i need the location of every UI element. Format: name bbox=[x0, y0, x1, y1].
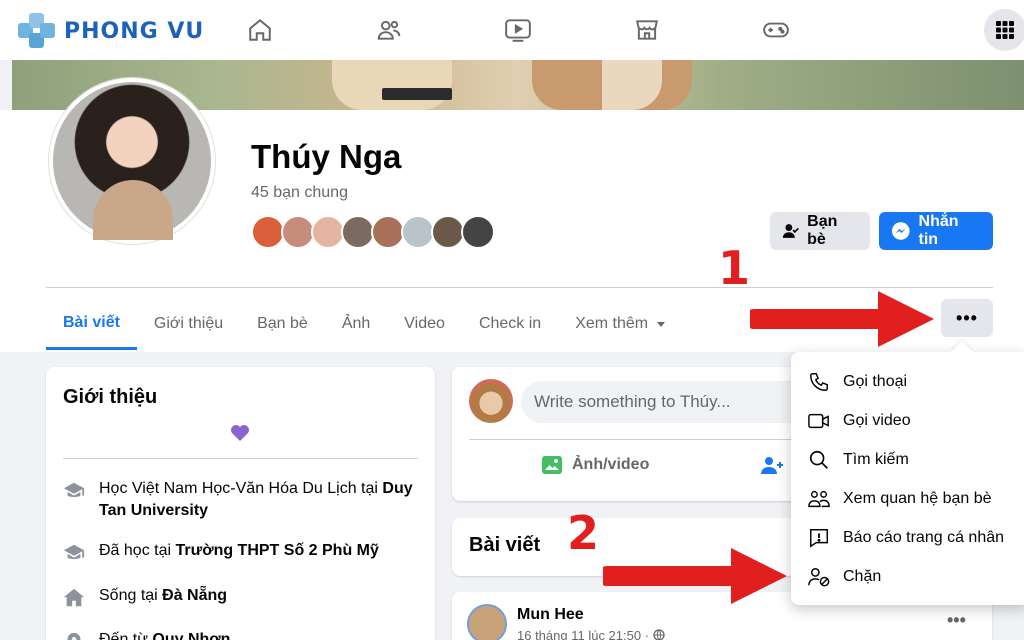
menu-item-report-profile[interactable]: Báo cáo trang cá nhân bbox=[807, 522, 1004, 554]
marketplace-icon[interactable] bbox=[629, 12, 665, 48]
mutual-friend-avatar[interactable] bbox=[341, 215, 375, 249]
home-icon[interactable] bbox=[242, 12, 278, 48]
tab-more[interactable]: Xem thêm bbox=[558, 298, 685, 350]
step-1-arrow-icon bbox=[750, 291, 934, 347]
intro-title: Giới thiệu bbox=[63, 386, 158, 408]
caret-down-icon bbox=[657, 322, 666, 327]
school-icon bbox=[63, 544, 85, 559]
tab-photos[interactable]: Ảnh bbox=[325, 298, 387, 350]
messenger-icon bbox=[891, 222, 910, 240]
profile-name: Thúy Nga bbox=[251, 138, 402, 175]
menu-item-block[interactable]: Chặn bbox=[807, 561, 881, 593]
tab-checkins[interactable]: Check in bbox=[462, 298, 558, 350]
menu-item-search[interactable]: Tìm kiếm bbox=[807, 444, 909, 476]
logo-text: PHONG VU bbox=[64, 18, 205, 44]
mutual-friend-avatar[interactable] bbox=[431, 215, 465, 249]
intro-item-text: Đã học tại Trường THPT Số 2 Phù Mỹ bbox=[99, 542, 379, 559]
photo-icon bbox=[542, 456, 562, 474]
report-icon bbox=[807, 526, 831, 550]
brand-logo[interactable]: PHONG VU bbox=[18, 13, 204, 49]
home-icon bbox=[63, 588, 85, 607]
tab-more-label: Xem thêm bbox=[575, 315, 649, 332]
menu-item-label: Gọi video bbox=[843, 412, 911, 429]
profile-tabs: Bài viết Giới thiệu Bạn bè Ảnh Video Che… bbox=[46, 298, 685, 352]
menu-item-label: Báo cáo trang cá nhân bbox=[843, 529, 1005, 546]
tab-friends[interactable]: Bạn bè bbox=[240, 298, 325, 350]
friends-button-label: Bạn bè bbox=[807, 213, 838, 248]
search-icon bbox=[807, 448, 831, 472]
intro-card: Giới thiệu Học Việt Nam Học-Văn Hóa Du L… bbox=[46, 367, 435, 640]
menu-item-label: Chặn bbox=[843, 568, 882, 585]
message-button[interactable]: Nhắn tin bbox=[879, 212, 993, 250]
post-author-name[interactable]: Mun Hee bbox=[517, 606, 584, 624]
tag-people-button[interactable] bbox=[760, 453, 786, 477]
post-composer: Write something to Thúy... Ảnh/video bbox=[452, 367, 821, 501]
friend-check-icon bbox=[782, 224, 799, 238]
intro-item-lives-in: Sống tại Đà Nẵng bbox=[63, 585, 418, 609]
composer-divider bbox=[469, 439, 799, 440]
menu-item-see-friendship[interactable]: Xem quan hệ bạn bè bbox=[807, 483, 992, 515]
location-icon bbox=[67, 632, 81, 640]
step-2-arrow-icon bbox=[603, 548, 787, 604]
intro-item-highschool: Đã học tại Trường THPT Số 2 Phù Mỹ bbox=[63, 540, 418, 564]
step-1-number: 1 bbox=[718, 241, 751, 295]
composer-input[interactable]: Write something to Thúy... bbox=[521, 381, 821, 423]
menu-item-label: Gọi thoại bbox=[843, 373, 908, 390]
intro-divider bbox=[63, 458, 418, 459]
mutual-friend-avatar[interactable] bbox=[311, 215, 345, 249]
video-camera-icon bbox=[807, 409, 831, 433]
intro-item-text: Sống tại Đà Nẵng bbox=[99, 587, 228, 604]
more-options-button[interactable]: ••• bbox=[941, 299, 993, 337]
menu-item-label: Xem quan hệ bạn bè bbox=[843, 490, 992, 507]
post-author-avatar[interactable] bbox=[467, 604, 507, 640]
intro-item-education: Học Việt Nam Học-Văn Hóa Du Lịch tại Duy… bbox=[63, 478, 418, 522]
intro-item-text: Học Việt Nam Học-Văn Hóa Du Lịch tại Duy… bbox=[99, 480, 413, 519]
mutual-friends-count[interactable]: 45 bạn chung bbox=[251, 184, 348, 202]
tag-people-icon bbox=[761, 457, 783, 474]
mutual-friend-avatar[interactable] bbox=[251, 215, 285, 249]
menu-item-label: Tìm kiếm bbox=[843, 451, 909, 468]
mutual-friend-avatar[interactable] bbox=[281, 215, 315, 249]
tab-videos[interactable]: Video bbox=[387, 298, 462, 350]
menu-item-video-call[interactable]: Gọi video bbox=[807, 405, 911, 437]
mutual-friend-avatar[interactable] bbox=[461, 215, 495, 249]
top-navigation: PHONG VU bbox=[0, 0, 1024, 60]
friends-button[interactable]: Bạn bè bbox=[770, 212, 870, 250]
more-options-menu: Gọi thoại Gọi video Tìm kiếm Xem quan hệ… bbox=[791, 352, 1024, 605]
mutual-friend-avatar[interactable] bbox=[401, 215, 435, 249]
logo-mark-icon bbox=[18, 13, 56, 49]
tab-about[interactable]: Giới thiệu bbox=[137, 298, 240, 350]
globe-icon bbox=[653, 629, 665, 640]
block-user-icon bbox=[807, 565, 831, 589]
friends-icon[interactable] bbox=[371, 12, 407, 48]
tab-posts[interactable]: Bài viết bbox=[46, 298, 137, 350]
post-timestamp[interactable]: 16 tháng 11 lúc 21:50 · bbox=[517, 628, 665, 640]
profile-avatar[interactable] bbox=[49, 78, 215, 244]
composer-avatar[interactable] bbox=[469, 379, 513, 423]
step-2-number: 2 bbox=[567, 506, 600, 560]
menu-grid-icon[interactable] bbox=[984, 9, 1024, 51]
watch-icon[interactable] bbox=[500, 12, 536, 48]
mutual-friend-avatar[interactable] bbox=[371, 215, 405, 249]
school-icon bbox=[63, 482, 85, 497]
intro-item-text: Đến từ Quy Nhơn bbox=[99, 631, 231, 640]
intro-item-from: Đến từ Quy Nhơn bbox=[63, 629, 418, 640]
posts-title: Bài viết bbox=[469, 534, 541, 556]
message-button-label: Nhắn tin bbox=[918, 213, 959, 248]
photo-video-label: Ảnh/video bbox=[572, 456, 650, 473]
photo-video-button[interactable]: Ảnh/video bbox=[540, 453, 649, 477]
heart-icon bbox=[231, 425, 249, 441]
mutual-friend-avatars[interactable] bbox=[251, 215, 495, 251]
menu-item-voice-call[interactable]: Gọi thoại bbox=[807, 366, 907, 398]
gaming-icon[interactable] bbox=[758, 12, 794, 48]
phone-icon bbox=[807, 370, 831, 394]
post-more-button[interactable]: ••• bbox=[947, 610, 966, 631]
friendship-icon bbox=[807, 487, 831, 511]
